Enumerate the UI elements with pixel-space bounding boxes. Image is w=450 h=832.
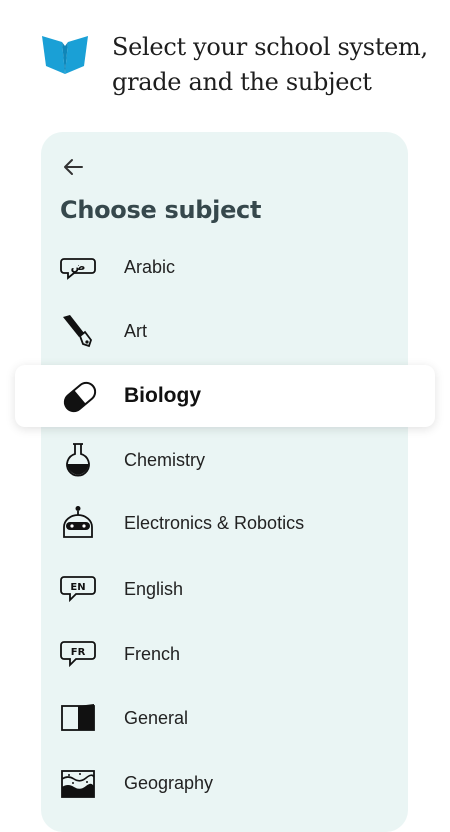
capsule-icon: [60, 377, 100, 417]
panel-title: Choose subject: [60, 196, 262, 224]
subject-item-biology[interactable]: Biology: [15, 365, 435, 427]
page-headline: Select your school system, grade and the…: [112, 33, 428, 96]
en-bubble-icon: EN: [60, 571, 96, 607]
subject-label: English: [124, 579, 184, 599]
subject-item-english[interactable]: EN English: [41, 561, 408, 617]
back-button[interactable]: [60, 154, 86, 180]
robot-icon: [60, 505, 96, 541]
subject-label: Art: [124, 321, 148, 341]
subject-item-geography[interactable]: Geography: [41, 755, 408, 811]
subject-label: Chemistry: [124, 450, 206, 470]
arrow-left-icon: [64, 159, 83, 175]
svg-text:ض: ض: [71, 260, 86, 273]
subject-item-french[interactable]: FR French: [41, 626, 408, 682]
fr-bubble-icon: FR: [60, 636, 96, 672]
half-book-icon: [60, 700, 96, 736]
svg-text:FR: FR: [71, 647, 86, 658]
subject-item-electronics-robotics[interactable]: Electronics & Robotics: [41, 495, 408, 551]
flask-icon: [60, 442, 96, 478]
arabic-letter-bubble-icon: ض: [60, 249, 96, 285]
subject-item-art[interactable]: Art: [41, 303, 408, 359]
subject-item-general[interactable]: General: [41, 690, 408, 746]
subject-label: Electronics & Robotics: [124, 513, 305, 533]
subject-label: Biology: [124, 384, 201, 407]
paintbrush-icon: [60, 313, 96, 349]
terrain-layers-icon: [60, 765, 96, 801]
subject-label: Arabic: [124, 257, 176, 277]
subject-label: French: [124, 644, 181, 664]
subject-item-arabic[interactable]: ض Arabic: [41, 239, 408, 295]
subject-item-chemistry[interactable]: Chemistry: [41, 432, 408, 488]
svg-text:EN: EN: [70, 582, 85, 593]
subject-label: Geography: [124, 773, 214, 793]
header: Select your school system, grade and the…: [0, 0, 450, 120]
open-book-icon: [40, 32, 90, 76]
subject-label: General: [124, 708, 189, 728]
